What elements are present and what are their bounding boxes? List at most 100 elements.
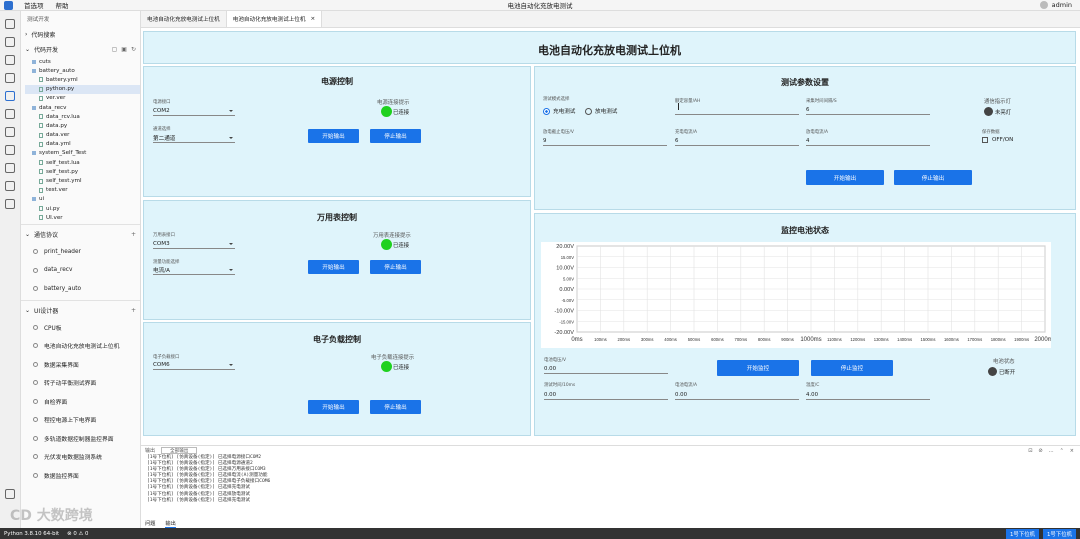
menu-preferences[interactable]: 首选项 xyxy=(24,0,44,10)
code-dev-section[interactable]: ⌄ 代码开发 ▢ ▣ ↻ xyxy=(21,42,140,57)
ui-design-item[interactable]: CPU板 xyxy=(21,318,140,337)
x-tick-label: 1600ms xyxy=(944,337,959,342)
more-icon[interactable]: … xyxy=(1049,448,1054,454)
monitor-start-button[interactable]: 开始监控 xyxy=(717,360,799,376)
ui-design-item[interactable]: 数据监控界面 xyxy=(21,466,140,485)
meter-stop-button[interactable]: 停止输出 xyxy=(370,260,421,274)
power-stop-button[interactable]: 停止输出 xyxy=(370,129,421,143)
explorer-icon[interactable] xyxy=(5,19,15,29)
chart-icon[interactable] xyxy=(5,145,15,155)
tree-file[interactable]: data.ver xyxy=(25,131,140,140)
load-stop-button[interactable]: 停止输出 xyxy=(370,400,421,414)
tree-file[interactable]: self_test.py xyxy=(25,167,140,176)
tree-file[interactable]: battery.yml xyxy=(25,75,140,84)
tree-item-label: data.ver xyxy=(46,132,70,139)
code-search-section[interactable]: › 代码搜索 xyxy=(21,27,140,42)
file-icon xyxy=(39,141,43,147)
tab-ui-designer-1[interactable]: 电池自动化充放电测试上位机 xyxy=(141,11,227,27)
power-start-button[interactable]: 开始输出 xyxy=(308,129,359,143)
tree-file[interactable]: self_test.lua xyxy=(25,158,140,167)
meter-start-button[interactable]: 开始输出 xyxy=(308,260,359,274)
lock-icon[interactable]: ⊡ xyxy=(1028,448,1032,454)
protocol-icon xyxy=(33,286,38,292)
tree-folder[interactable]: cuts xyxy=(25,57,140,66)
load-start-button[interactable]: 开始输出 xyxy=(308,400,359,414)
tree-folder[interactable]: ui xyxy=(25,195,140,204)
menu-help[interactable]: 帮助 xyxy=(56,0,69,10)
tree-file[interactable]: python.py xyxy=(25,84,140,94)
tree-file[interactable]: ui.py xyxy=(25,204,140,213)
save-checkbox[interactable]: OFF/ON xyxy=(982,137,1013,143)
monitor-icon[interactable] xyxy=(5,55,15,65)
tree-file[interactable]: self_test.yml xyxy=(25,176,140,185)
power-port-select[interactable]: COM2 xyxy=(153,106,235,116)
protocol-item[interactable]: battery_auto xyxy=(21,279,140,298)
book-icon[interactable] xyxy=(5,73,15,83)
flask-icon[interactable] xyxy=(5,37,15,47)
ui-design-item[interactable]: 光伏发电数据监测系统 xyxy=(21,447,140,466)
ui-designer-section[interactable]: ⌄ UI设计器 + xyxy=(21,303,140,318)
add-icon[interactable]: + xyxy=(131,231,136,238)
protocol-section[interactable]: ⌄ 通信协议 + xyxy=(21,227,140,242)
refresh-icon[interactable] xyxy=(5,199,15,209)
tools-icon[interactable] xyxy=(5,127,15,137)
x-tick-label: 600ms xyxy=(711,337,724,342)
cutoff-input[interactable]: 9 xyxy=(543,136,667,146)
clear-icon[interactable]: ⊘ xyxy=(1038,448,1042,454)
new-folder-icon[interactable]: ▣ xyxy=(121,46,127,53)
ui-design-item[interactable]: 电池自动化充放电测试上位机 xyxy=(21,336,140,355)
grid-icon[interactable] xyxy=(5,163,15,173)
problems-count[interactable]: ⊗ 0 ⚠ 0 xyxy=(67,531,88,537)
output-filter-select[interactable]: 全部输出 xyxy=(161,447,198,454)
ui-design-item[interactable]: 数据采集界面 xyxy=(21,355,140,374)
tab-ui-designer-2[interactable]: 电池自动化充放电测试上位机 × xyxy=(226,11,323,27)
tab-problems[interactable]: 问题 xyxy=(145,520,155,528)
user-menu[interactable]: admin xyxy=(1039,1,1072,9)
tab-output[interactable]: 输出 xyxy=(165,520,176,528)
radio-charge[interactable]: 充电测试 xyxy=(543,107,575,115)
monitor-stop-button[interactable]: 停止监控 xyxy=(811,360,893,376)
params-title: 测试参数设置 xyxy=(781,78,829,87)
ui-design-item[interactable]: 自检界面 xyxy=(21,392,140,411)
protocol-item[interactable]: print_header xyxy=(21,242,140,261)
interval-input[interactable]: 6 xyxy=(806,105,930,115)
close-icon[interactable]: × xyxy=(1070,448,1074,454)
charge-current-input[interactable]: 6 xyxy=(675,136,799,146)
capacity-input[interactable] xyxy=(675,105,799,115)
tree-folder[interactable]: system_Self_Test xyxy=(25,149,140,158)
meter-mode-select[interactable]: 电流/A xyxy=(153,265,235,275)
settings-icon[interactable] xyxy=(5,489,15,499)
ui-design-item[interactable]: 多轨道数据控制器监控界面 xyxy=(21,429,140,448)
close-icon[interactable]: × xyxy=(310,16,315,22)
params-start-button[interactable]: 开始输出 xyxy=(806,170,884,185)
python-version[interactable]: Python 3.8.10 64-bit xyxy=(4,531,59,537)
tree-file[interactable]: test.ver xyxy=(25,186,140,195)
tree-file[interactable]: UI.ver xyxy=(25,213,140,222)
device-chip-1[interactable]: 1号下位机 xyxy=(1006,528,1039,539)
code-icon[interactable] xyxy=(5,91,15,101)
add-icon[interactable]: + xyxy=(131,307,136,314)
tree-folder[interactable]: data_recv xyxy=(25,103,140,112)
tree-file[interactable]: data.yml xyxy=(25,140,140,149)
tree-file[interactable]: data_rcv.lua xyxy=(25,112,140,121)
maximize-icon[interactable]: ⌃ xyxy=(1060,448,1064,454)
load-port-select[interactable]: COM6 xyxy=(153,360,235,370)
discharge-current-input[interactable]: 4 xyxy=(806,136,930,146)
protocol-item[interactable]: data_recv xyxy=(21,261,140,280)
tree-file[interactable]: data.py xyxy=(25,121,140,130)
new-file-icon[interactable]: ▢ xyxy=(112,46,118,53)
device-chip-2[interactable]: 1号下位机 xyxy=(1043,528,1076,539)
tree-folder[interactable]: battery_auto xyxy=(25,66,140,75)
folder-icon[interactable] xyxy=(5,181,15,191)
bug-icon[interactable] xyxy=(5,109,15,119)
refresh-icon[interactable]: ↻ xyxy=(131,46,136,53)
radio-discharge[interactable]: 放电测试 xyxy=(585,107,617,115)
tree-item-label: data_recv xyxy=(39,104,67,111)
meter-port-select[interactable]: COM3 xyxy=(153,239,235,249)
ui-design-item[interactable]: 程控电源上下电界面 xyxy=(21,410,140,429)
ui-design-item[interactable]: 转子动平衡测试界面 xyxy=(21,373,140,392)
power-channel-select[interactable]: 第二通道 xyxy=(153,133,235,143)
params-stop-button[interactable]: 停止输出 xyxy=(894,170,972,185)
file-icon xyxy=(39,169,43,175)
tree-file[interactable]: ver.ver xyxy=(25,94,140,103)
